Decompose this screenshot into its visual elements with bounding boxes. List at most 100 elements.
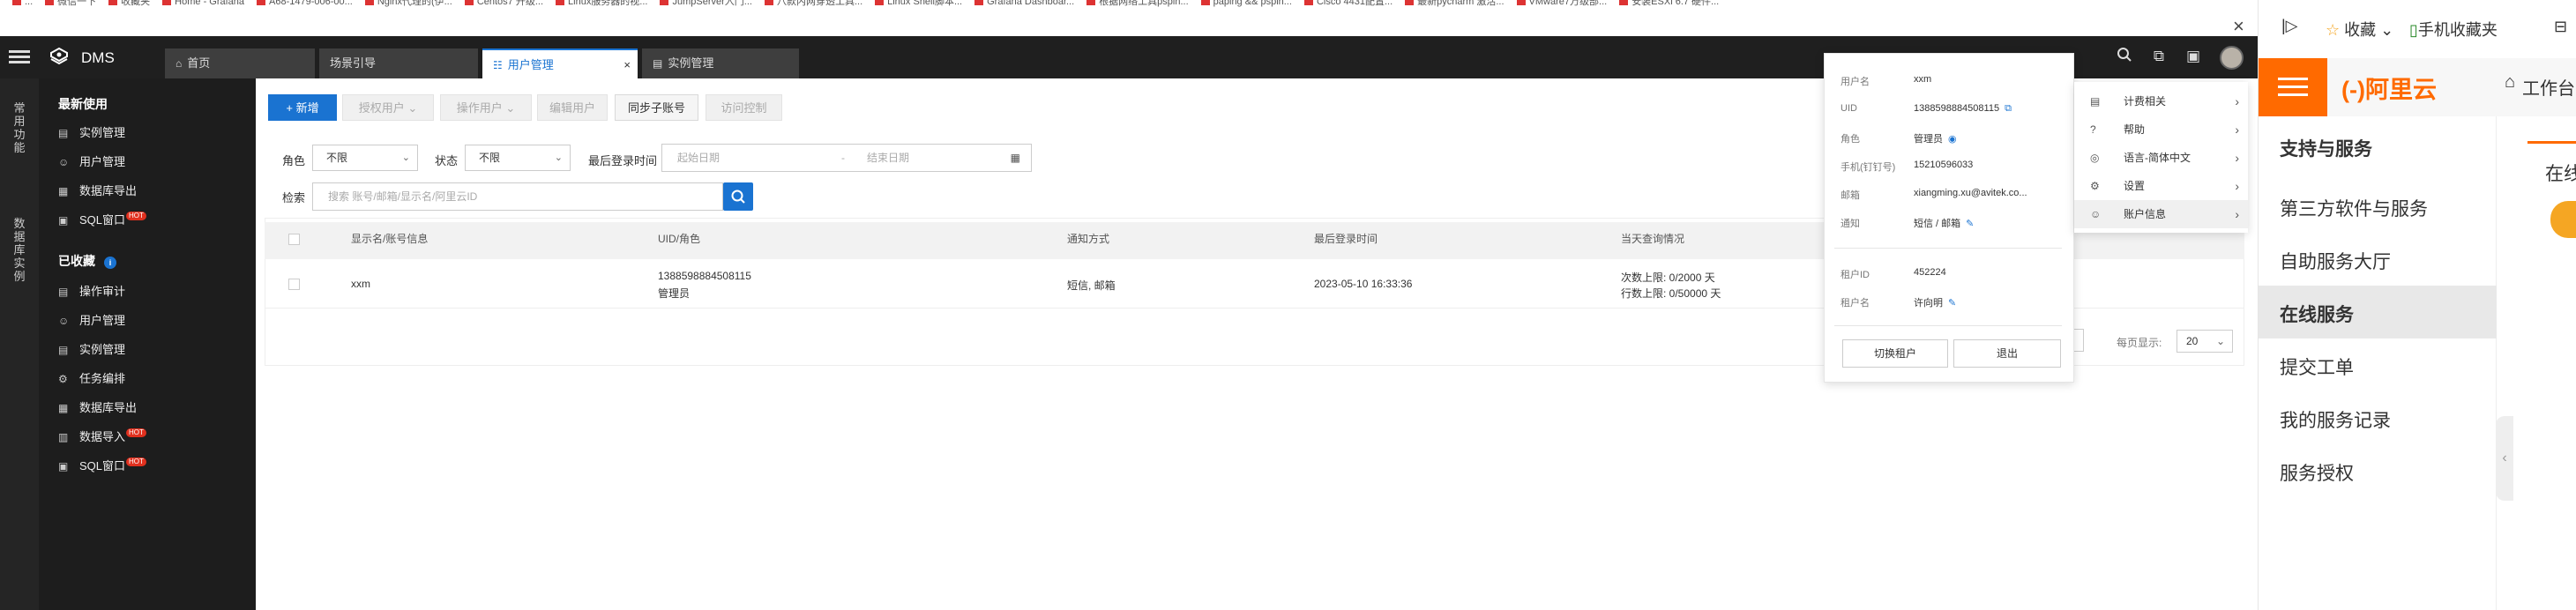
rail-database-instances[interactable]: 数据库实例 <box>12 217 26 283</box>
bookmark-item[interactable]: Grafana Dashboar... <box>974 0 1074 6</box>
bookmark-icon[interactable]: ⧉ <box>2149 47 2169 66</box>
logout-button[interactable]: 退出 <box>1953 339 2061 368</box>
dms-logo-icon <box>48 46 71 69</box>
workbench-link[interactable]: 工作台 <box>2522 74 2575 100</box>
home-icon[interactable]: ⌂ <box>2505 72 2515 93</box>
close-icon[interactable]: × <box>2233 17 2244 36</box>
bookmark-favicon-icon <box>1516 0 1526 5</box>
menu-submit-ticket[interactable]: 提交工单 <box>2280 353 2354 380</box>
menu-service-authorization[interactable]: 服务授权 <box>2280 459 2354 486</box>
copy-icon[interactable]: ⧉ <box>2005 103 2012 114</box>
favorites-menu[interactable]: ☆ 收藏 ⌄ <box>2326 18 2393 41</box>
nav-fav-data-import[interactable]: ▥ 数据导入 HOT <box>58 428 146 446</box>
role-select[interactable]: 不限 ⌄ <box>312 145 418 171</box>
grant-user-button[interactable]: 授权用户 ⌄ <box>342 94 434 121</box>
bookmark-item[interactable]: 安装ESXi 6.7 硬件... <box>1619 0 1719 6</box>
menu-service-records[interactable]: 我的服务记录 <box>2280 406 2391 433</box>
sync-subaccount-button[interactable]: 同步子账号 <box>615 94 698 121</box>
tab-scene-guide[interactable]: 场景引导 <box>319 48 478 78</box>
audit-icon: ▤ <box>58 286 69 298</box>
edit-icon[interactable]: ✎ <box>1966 219 1974 229</box>
avatar[interactable] <box>2220 46 2244 70</box>
bookmark-item[interactable]: Home - Grafana <box>162 0 244 6</box>
bookmark-item[interactable]: JumpServer入门... <box>660 0 752 6</box>
status-select[interactable]: 不限 ⌄ <box>465 145 571 171</box>
menu-item-language[interactable]: ◎ 语言-简体中文 › <box>2074 144 2248 172</box>
search-button[interactable] <box>723 182 753 211</box>
tenant-name-value: 许向明 ✎ <box>1914 298 1957 309</box>
field-label: 租户ID <box>1841 270 1870 280</box>
edit-user-button[interactable]: 编辑用户 <box>537 94 608 121</box>
bookmark-item[interactable]: Centos7 升级... <box>464 0 543 6</box>
nav-fav-task-orchestration[interactable]: ⚙ 任务编排 <box>58 370 125 388</box>
calendar-icon[interactable]: ▦ <box>1011 145 1020 171</box>
add-user-button[interactable]: + 新增 <box>268 94 337 121</box>
menu-item-account-info[interactable]: ☺ 账户信息 › <box>2074 200 2248 228</box>
cell-uid: 1388598884508115 <box>658 270 751 282</box>
bookmark-item[interactable]: Linux Shell脚本... <box>875 0 962 6</box>
nav-recent-instance-management[interactable]: ▤ 实例管理 <box>58 124 125 142</box>
col-header-last-login: 最后登录时间 <box>1314 233 1378 245</box>
tab-user-management[interactable]: ☷ 用户管理 × <box>482 48 638 78</box>
search-input[interactable]: 搜索 账号/邮箱/显示名/阿里云ID <box>312 182 723 211</box>
eye-icon[interactable]: ◉ <box>1948 134 1957 145</box>
rail-frequent-functions[interactable]: 常用功能 <box>12 101 26 154</box>
tab-close-icon[interactable]: × <box>623 50 631 80</box>
bookmark-item[interactable]: Cisco 4431配置... <box>1303 0 1393 6</box>
bookmark-item[interactable]: A68-1479-006-00... <box>257 0 353 6</box>
chevron-down-icon: ⌄ <box>2215 335 2225 347</box>
operate-user-button[interactable]: 操作用户 ⌄ <box>440 94 532 121</box>
start-date-input[interactable]: 起始日期 <box>677 152 720 164</box>
switch-tenant-button[interactable]: 切换租户 <box>1842 339 1948 368</box>
tab-home[interactable]: ⌂ 首页 <box>165 48 315 78</box>
nav-fav-instance-management[interactable]: ▤ 实例管理 <box>58 341 125 359</box>
collapse-panel-icon[interactable]: |▷ <box>2281 17 2298 35</box>
menu-item-billing[interactable]: ▤ 计费相关 › <box>2074 87 2248 115</box>
nav-recent-sql-window[interactable]: ▣ SQL窗口 HOT <box>58 212 146 229</box>
end-date-input[interactable]: 结束日期 <box>867 145 909 171</box>
bookmark-item[interactable]: VMware7万级部... <box>1516 0 1607 6</box>
select-all-checkbox[interactable] <box>288 234 300 245</box>
hamburger-menu-icon[interactable] <box>9 48 30 67</box>
nav-fav-db-export[interactable]: ▦ 数据库导出 <box>58 399 137 417</box>
bookmark-item[interactable]: 根据网络工具pspin... <box>1086 0 1189 6</box>
bookmark-item[interactable]: Linux服务器的视... <box>556 0 647 6</box>
bookmark-item[interactable]: 最新pycharm 激活... <box>1405 0 1505 6</box>
menu-item-help[interactable]: ? 帮助 › <box>2074 115 2248 144</box>
cell-name[interactable]: xxm <box>351 278 370 290</box>
layout-icon[interactable]: ▣ <box>2184 47 2203 66</box>
page-size-select[interactable]: 20 ⌄ <box>2177 330 2233 353</box>
edit-icon[interactable]: ✎ <box>1948 298 1956 309</box>
bookmark-favicon-icon <box>764 0 773 5</box>
menu-item-settings[interactable]: ⚙ 设置 › <box>2074 172 2248 200</box>
date-range-picker[interactable]: 起始日期 - 结束日期 ▦ <box>661 144 1032 172</box>
more-icon[interactable]: ⊟ <box>2554 18 2567 36</box>
access-control-button[interactable]: 访问控制 <box>706 94 782 121</box>
aliyun-menu-icon[interactable] <box>2259 58 2327 116</box>
nav-recent-db-export[interactable]: ▦ 数据库导出 <box>58 182 137 200</box>
bookmark-item[interactable]: 微信一下 <box>45 0 96 6</box>
row-checkbox[interactable] <box>288 279 300 290</box>
search-icon[interactable] <box>2115 47 2134 66</box>
menu-online-service[interactable]: 在线服务 <box>2280 301 2354 327</box>
browser-strip <box>0 12 2258 36</box>
nav-recent-user-management[interactable]: ☺ 用户管理 <box>58 153 125 171</box>
globe-icon: ◎ <box>2090 152 2100 164</box>
aliyun-logo: (-)阿里云 <box>2341 77 2437 103</box>
tab-instance-management[interactable]: ▤ 实例管理 <box>642 48 799 78</box>
bookmark-item[interactable]: Nginx代理的(伊... <box>364 0 452 6</box>
mobile-favorites[interactable]: ▯手机收藏夹 <box>2409 18 2498 41</box>
info-icon[interactable]: i <box>104 257 116 269</box>
nav-fav-user-management[interactable]: ☺ 用户管理 <box>58 312 125 330</box>
bookmark-item[interactable]: 八款内网穿透工具... <box>764 0 862 6</box>
nav-fav-operation-audit[interactable]: ▤ 操作审计 <box>58 283 125 301</box>
menu-self-service[interactable]: 自助服务大厅 <box>2280 248 2391 274</box>
menu-third-party[interactable]: 第三方软件与服务 <box>2280 195 2428 221</box>
collapse-handle-icon[interactable]: ‹ <box>2496 416 2513 501</box>
nav-fav-sql-window[interactable]: ▣ SQL窗口 HOT <box>58 458 146 475</box>
bookmark-item[interactable]: paping && pspin... <box>1200 0 1292 6</box>
bookmark-item[interactable]: 收藏夹 <box>108 0 150 6</box>
chevron-down-icon: ⌄ <box>407 101 418 115</box>
bookmark-item[interactable]: ... <box>12 0 33 6</box>
online-tab[interactable]: 在线 <box>2527 141 2576 205</box>
